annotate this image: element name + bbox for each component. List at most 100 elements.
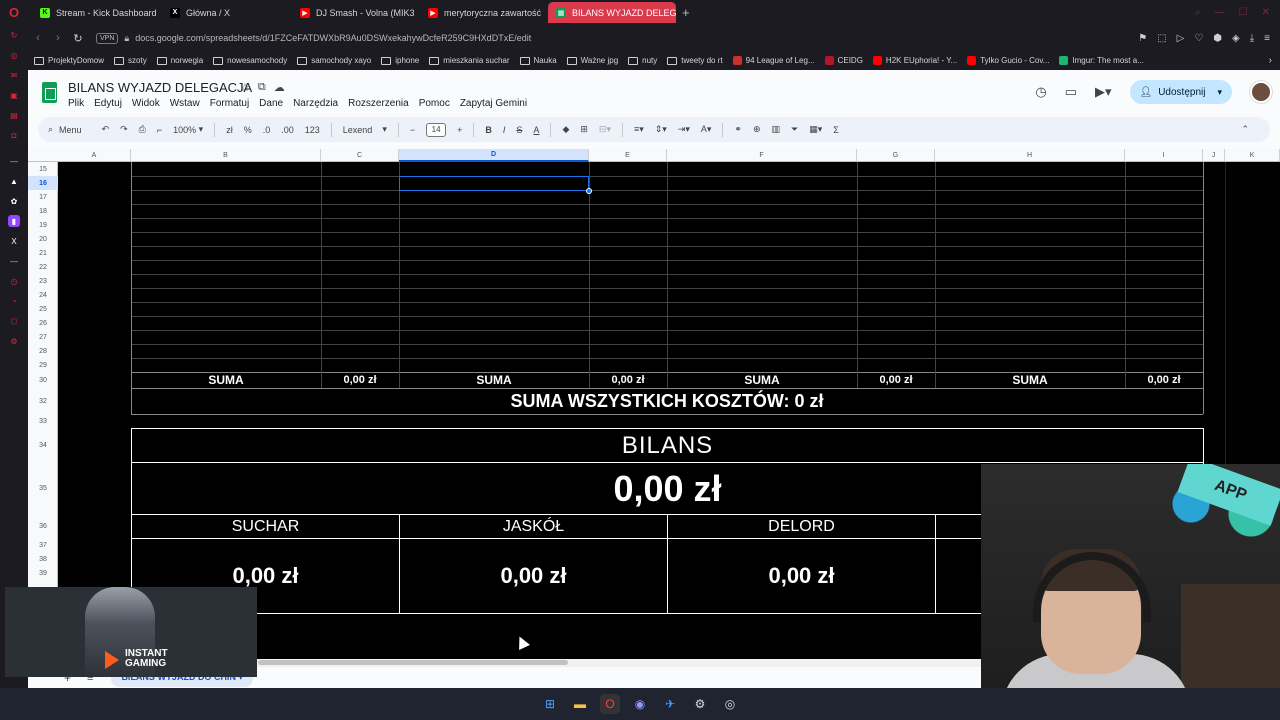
balance-title-cell[interactable]: BILANS	[132, 429, 1203, 462]
row-header[interactable]: 20	[28, 232, 58, 246]
bookmark-folder[interactable]: Nauka	[519, 56, 557, 65]
sum-value-cell[interactable]: 0,00 zł	[1125, 372, 1203, 388]
forward-icon[interactable]: ›	[48, 32, 68, 44]
column-header-e[interactable]: E	[589, 149, 667, 162]
insert-comment-icon[interactable]: ⊕	[753, 124, 761, 135]
bookmark-folder[interactable]: ProjektyDomow	[34, 56, 104, 65]
wallet-icon[interactable]: ▤	[8, 109, 20, 121]
collapse-toolbar-icon[interactable]: ⌃	[1241, 124, 1249, 135]
clock-icon[interactable]: ◔	[8, 295, 20, 307]
sum-label-cell[interactable]: SUMA	[399, 372, 589, 388]
italic-icon[interactable]: I	[503, 125, 506, 135]
bookmark-folder[interactable]: nuty	[628, 56, 657, 65]
font-size-input[interactable]: 14	[426, 122, 447, 137]
extensions-cube-icon[interactable]: ⬢	[1213, 33, 1222, 44]
new-tab-button[interactable]: +	[682, 5, 690, 20]
row-header[interactable]: 26	[28, 316, 58, 330]
tab-twitter[interactable]: X Główna / X	[162, 2, 292, 23]
star-icon[interactable]: ☆	[240, 81, 250, 94]
windows-start-icon[interactable]: ⊞	[540, 694, 560, 714]
bookmark-site[interactable]: H2K EUphoria! - Y...	[872, 56, 957, 65]
scrollbar-thumb[interactable]	[258, 660, 568, 665]
number-format-button[interactable]: 123	[305, 125, 320, 135]
row-header[interactable]: 16	[28, 176, 58, 190]
obs-icon[interactable]: ◎	[720, 694, 740, 714]
sum-label-cell[interactable]: SUMA	[131, 372, 321, 388]
merge-cells-icon[interactable]: ⊟▾	[599, 124, 611, 135]
undo-icon[interactable]: ↶	[102, 124, 110, 135]
maximize-icon[interactable]: ☐	[1239, 7, 1248, 18]
redo-icon[interactable]: ↷	[120, 124, 128, 135]
decrease-decimal-button[interactable]: .0	[263, 125, 271, 135]
menu-edit[interactable]: Edytuj	[94, 98, 122, 109]
tab-kick-dashboard[interactable]: K Stream - Kick Dashboard	[32, 2, 162, 23]
messenger-app-icon[interactable]: ✈	[660, 694, 680, 714]
fill-handle[interactable]	[586, 188, 592, 194]
bookmark-folder[interactable]: tweety do rt	[667, 56, 723, 65]
horizontal-align-icon[interactable]: ≡▾	[634, 124, 644, 135]
steam-icon[interactable]: ⚙	[690, 694, 710, 714]
decrease-font-size-icon[interactable]: −	[410, 125, 415, 135]
row-header[interactable]: 17	[28, 190, 58, 204]
file-explorer-icon[interactable]: ▬	[570, 694, 590, 714]
filter-views-icon[interactable]: ▦▾	[809, 124, 822, 135]
row-header[interactable]: 24	[28, 288, 58, 302]
twitch-icon[interactable]: ▮	[8, 215, 20, 227]
menu-tools[interactable]: Narzędzia	[293, 98, 338, 109]
person-value-delord[interactable]: 0,00 zł	[668, 539, 935, 613]
row-header[interactable]: 35	[28, 462, 58, 514]
share-button[interactable]: 👤︎ Udostępnij ▾	[1129, 80, 1232, 104]
menu-gemini[interactable]: Zapytaj Gemini	[460, 98, 527, 109]
opera-browser-icon[interactable]: O	[600, 694, 620, 714]
search-menus[interactable]: ⌕ Menu	[48, 124, 82, 135]
row-header[interactable]: 23	[28, 274, 58, 288]
bookmark-folder[interactable]: szoty	[114, 56, 147, 65]
instagram-icon[interactable]: ◘	[8, 129, 20, 141]
sum-value-cell[interactable]: 0,00 zł	[589, 372, 667, 388]
column-header-j[interactable]: J	[1203, 149, 1225, 162]
tab-sheets-bilans[interactable]: ▦ BILANS WYJAZD DELEGA	[548, 2, 676, 23]
column-header-b[interactable]: B	[131, 149, 321, 162]
bookmarks-more-icon[interactable]: ›	[1269, 55, 1280, 66]
row-header[interactable]: 21	[28, 246, 58, 260]
font-select[interactable]: Lexend ▾	[343, 124, 387, 135]
bookmark-site[interactable]: Imgur: The most a...	[1059, 56, 1144, 65]
bookmark-folder[interactable]: norwegia	[156, 56, 203, 65]
tab-youtube-dj-smash[interactable]: ▶ DJ Smash - Volna (MIK3	[292, 2, 420, 23]
menu-icon[interactable]: ≡	[1264, 33, 1270, 44]
extensions-icon[interactable]: ⬡	[8, 315, 20, 327]
person-value-jaskol[interactable]: 0,00 zł	[400, 539, 667, 613]
row-header[interactable]: 25	[28, 302, 58, 316]
history-icon[interactable]: ◷	[1035, 84, 1046, 100]
document-title[interactable]: BILANS WYJAZD DELEGACJA	[68, 80, 252, 95]
vpn-badge[interactable]: VPN	[96, 32, 119, 44]
back-icon[interactable]: ‹	[28, 32, 48, 44]
bookmark-folder[interactable]: iphone	[381, 56, 419, 65]
minimize-icon[interactable]: —	[1215, 7, 1225, 18]
row-header[interactable]: 34	[28, 428, 58, 462]
column-header-g[interactable]: G	[857, 149, 935, 162]
column-header-f[interactable]: F	[667, 149, 857, 162]
insert-link-icon[interactable]: ⚭	[734, 124, 742, 135]
person-name-suchar[interactable]: SUCHAR	[132, 515, 399, 538]
sum-label-cell[interactable]: SUMA	[935, 372, 1125, 388]
comments-icon[interactable]: ▭	[1065, 84, 1077, 100]
heart-icon[interactable]: ♡	[1194, 33, 1203, 44]
column-header-k[interactable]: K	[1225, 149, 1280, 162]
play-icon[interactable]: ▷	[1177, 33, 1185, 44]
search-tabs-icon[interactable]: ⌕	[1195, 7, 1201, 18]
close-window-icon[interactable]: ✕	[1262, 7, 1270, 18]
bold-icon[interactable]: B	[485, 125, 492, 135]
bag-icon[interactable]: ▣	[8, 89, 20, 101]
row-header[interactable]: 39	[28, 566, 58, 580]
bookmark-folder[interactable]: Ważne jpg	[566, 56, 618, 65]
fill-color-icon[interactable]: ◆	[562, 124, 569, 135]
menu-file[interactable]: Plik	[68, 98, 84, 109]
url-field[interactable]: docs.google.com/spreadsheets/d/1FZCeFATD…	[135, 33, 531, 43]
column-header-c[interactable]: C	[321, 149, 399, 162]
reload-icon[interactable]: ↻	[8, 29, 20, 41]
x-sidebar-icon[interactable]: X	[8, 235, 20, 247]
share-dropdown-icon[interactable]: ▾	[1217, 87, 1222, 98]
chatgpt-icon[interactable]: ✿	[8, 195, 20, 207]
text-wrap-icon[interactable]: ⇥▾	[678, 124, 690, 135]
